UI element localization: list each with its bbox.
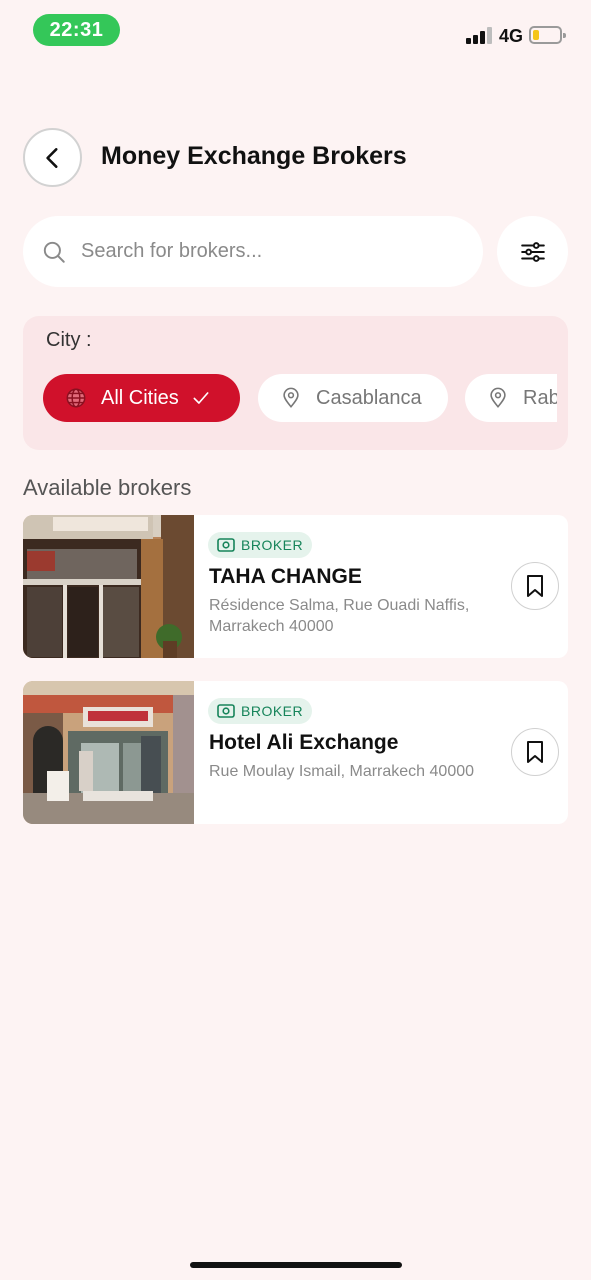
bookmark-button[interactable] (511, 728, 559, 776)
broker-badge: BROKER (208, 698, 313, 724)
map-pin-icon (283, 387, 299, 408)
search-input[interactable] (81, 240, 441, 263)
broker-card[interactable]: BROKER Hotel Ali Exchange Rue Moulay Ism… (23, 681, 568, 824)
broker-address: Rue Moulay Ismail, Marrakech 40000 (209, 763, 475, 780)
page-title: Money Exchange Brokers (101, 142, 407, 170)
signal-icon (466, 27, 492, 44)
city-chips: All Cities Casablanca Rabat (43, 374, 557, 422)
chip-all-cities[interactable]: All Cities (43, 374, 240, 422)
section-title: Available brokers (23, 475, 192, 500)
chip-label: All Cities (101, 386, 179, 409)
globe-icon (66, 388, 86, 408)
banknote-icon (217, 704, 235, 718)
search-bar[interactable] (23, 216, 483, 287)
broker-photo (23, 681, 194, 824)
filter-button[interactable] (497, 216, 568, 287)
bookmark-button[interactable] (511, 562, 559, 610)
broker-name: TAHA CHANGE (209, 565, 362, 588)
status-bar: 22:31 4G (0, 0, 591, 60)
broker-address: Résidence Salma, Rue Ouadi Naffis, Marra… (209, 597, 470, 635)
broker-badge: BROKER (208, 532, 313, 558)
city-filter-panel: City : All Cities Casablanca Rab (23, 316, 568, 450)
map-pin-icon (490, 387, 506, 408)
chip-label: Casablanca (316, 386, 422, 409)
network-label: 4G (499, 26, 524, 46)
home-indicator (190, 1262, 402, 1268)
chip-casablanca[interactable]: Casablanca (258, 374, 448, 422)
back-button[interactable] (23, 128, 82, 187)
chip-rabat[interactable]: Rabat (465, 374, 557, 422)
city-label: City : (46, 329, 92, 351)
battery-icon (529, 26, 566, 44)
broker-photo (23, 515, 194, 658)
banknote-icon (217, 538, 235, 552)
status-time: 22:31 (33, 14, 120, 46)
check-icon (193, 392, 209, 404)
broker-name: Hotel Ali Exchange (209, 731, 399, 754)
bookmark-icon (527, 741, 543, 763)
broker-card[interactable]: BROKER TAHA CHANGE Résidence Salma, Rue … (23, 515, 568, 658)
chip-label: Rabat (523, 386, 557, 409)
sliders-icon (520, 241, 545, 262)
bookmark-icon (527, 575, 543, 597)
chevron-left-icon (45, 147, 58, 168)
search-icon (43, 241, 65, 263)
